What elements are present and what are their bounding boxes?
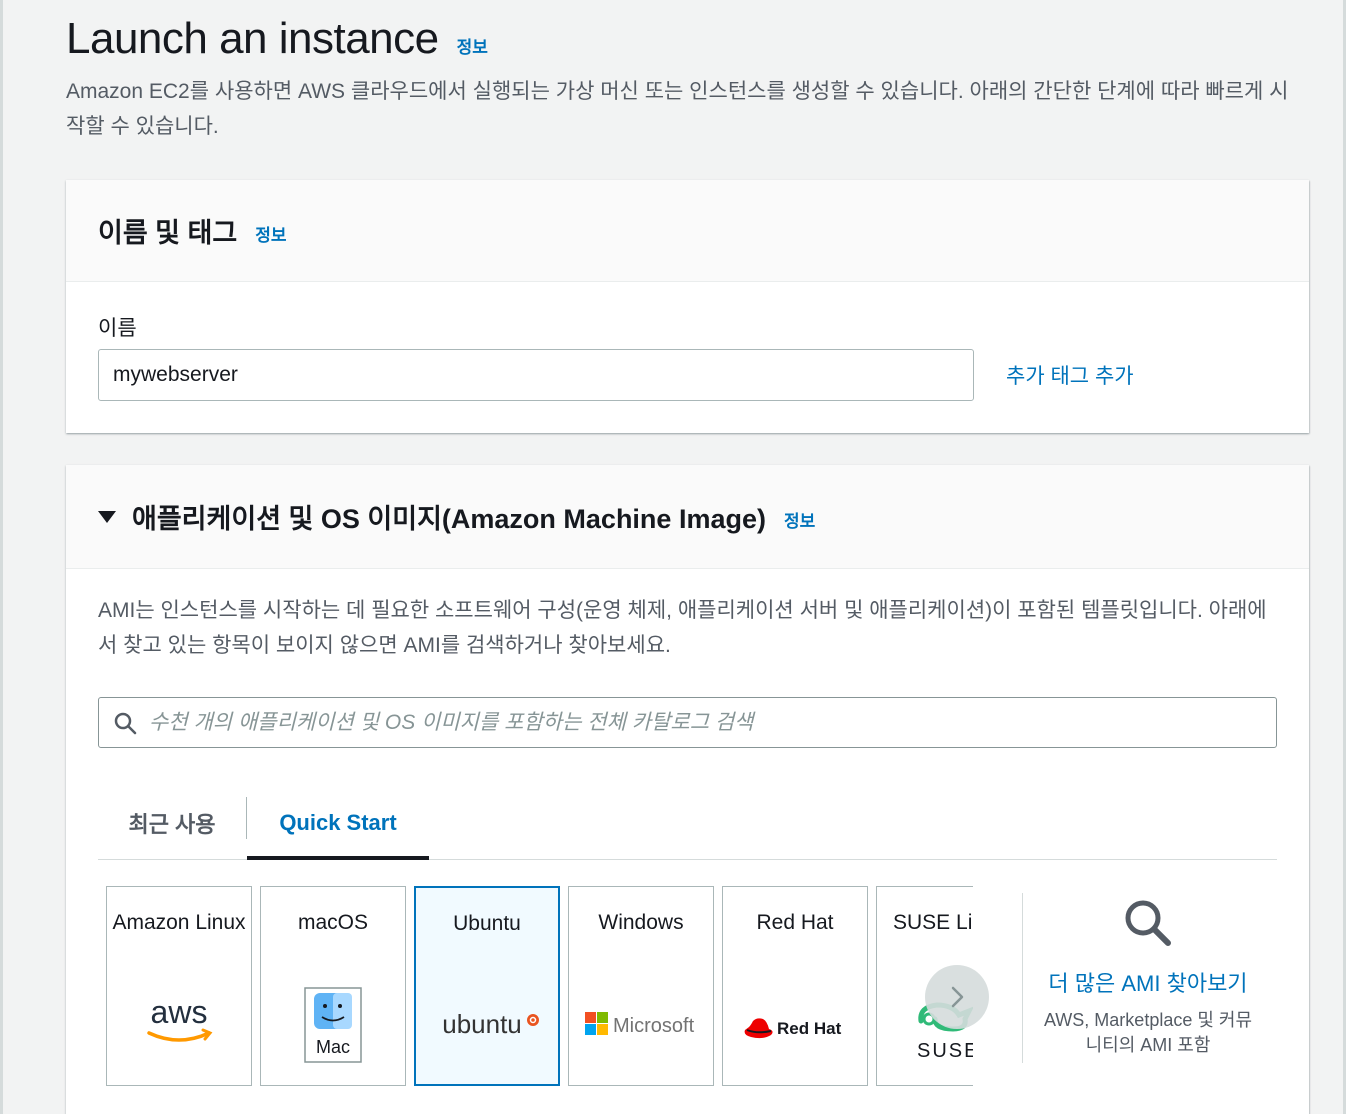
ami-title: 애플리케이션 및 OS 이미지(Amazon Machine Image) — [132, 504, 766, 534]
os-card-redhat[interactable]: Red Hat Red Hat — [722, 886, 868, 1086]
name-tags-info-link[interactable]: 정보 — [255, 221, 286, 246]
ami-description: AMI는 인스턴스를 시작하는 데 필요한 소프트웨어 구성(운영 체제, 애플… — [98, 599, 1267, 657]
os-card-amazon-linux[interactable]: Amazon Linux aws — [106, 886, 252, 1086]
ami-panel: 애플리케이션 및 OS 이미지(Amazon Machine Image) 정보… — [66, 465, 1309, 1114]
collapse-caret-icon[interactable] — [98, 510, 116, 523]
os-card-label: SUSE Linux — [893, 911, 973, 934]
os-card-ubuntu[interactable]: Ubuntu ubuntu — [414, 886, 560, 1086]
magnifier-icon — [1125, 900, 1171, 946]
page-description: Amazon EC2를 사용하면 AWS 클라우드에서 실행되는 가상 머신 또… — [66, 80, 1289, 138]
os-card-windows[interactable]: Windows Microsoft — [568, 886, 714, 1086]
browse-more-subtext: AWS, Marketplace 및 커뮤니티의 AMI 포함 — [1043, 1010, 1253, 1055]
redhat-logo-icon: Red Hat — [723, 1011, 867, 1048]
ubuntu-logo-icon: ubuntu — [416, 1006, 558, 1047]
svg-text:Microsoft: Microsoft — [613, 1015, 695, 1037]
browse-more-ami-link[interactable]: 더 많은 AMI 찾아보기 — [1038, 966, 1258, 998]
page-info-link[interactable]: 정보 — [457, 33, 488, 58]
name-tags-panel: 이름 및 태그 정보 이름 추가 태그 추가 — [66, 180, 1309, 433]
os-card-macos[interactable]: macOS Mac — [260, 886, 406, 1086]
name-input[interactable] — [98, 349, 974, 401]
finder-mac-icon: Mac — [261, 987, 405, 1068]
search-icon — [114, 712, 137, 734]
browse-more-ami: 더 많은 AMI 찾아보기 AWS, Marketplace 및 커뮤니티의 A… — [1038, 897, 1258, 1058]
browse-divider — [1022, 893, 1023, 1063]
ami-info-link[interactable]: 정보 — [784, 507, 815, 532]
ami-search-box[interactable] — [98, 697, 1277, 748]
os-card-label: Amazon Linux — [112, 911, 246, 934]
os-card-label: Red Hat — [756, 911, 834, 934]
svg-text:Red Hat: Red Hat — [777, 1019, 842, 1038]
os-card-label: macOS — [297, 911, 368, 934]
os-card-row: Amazon Linux aws macOS Mac Ubuntu ubuntu… — [106, 886, 973, 1086]
ami-tabs: 최근 사용 Quick Start — [98, 785, 1277, 860]
svg-text:Mac: Mac — [316, 1037, 350, 1057]
active-tab-indicator — [247, 856, 429, 860]
svg-text:ubuntu: ubuntu — [442, 1009, 522, 1039]
microsoft-logo-icon: Microsoft — [569, 1009, 713, 1044]
ami-header: 애플리케이션 및 OS 이미지(Amazon Machine Image) 정보 — [66, 465, 1309, 569]
add-tag-link[interactable]: 추가 태그 추가 — [1006, 360, 1134, 390]
name-tags-title: 이름 및 태그 — [98, 218, 238, 248]
tab-quick-start[interactable]: Quick Start — [247, 785, 429, 860]
os-card-label: Ubuntu — [453, 912, 521, 935]
tab-recent[interactable]: 최근 사용 — [98, 785, 246, 860]
page-header: Launch an instance 정보 Amazon EC2를 사용하면 A… — [66, 14, 1306, 144]
name-tags-header: 이름 및 태그 정보 — [66, 180, 1309, 282]
ami-search-input[interactable] — [149, 710, 1249, 735]
scroll-next-button[interactable] — [925, 965, 989, 1029]
svg-text:aws: aws — [151, 994, 208, 1030]
page-title-row: Launch an instance 정보 — [66, 14, 1306, 64]
left-border — [0, 0, 3, 1114]
aws-logo-icon: aws — [107, 993, 251, 1050]
os-card-label: Windows — [598, 911, 684, 934]
page-title: Launch an instance — [66, 14, 439, 63]
chevron-right-icon — [951, 986, 964, 1008]
name-field-label: 이름 — [98, 317, 137, 340]
svg-text:SUSE: SUSE — [917, 1040, 973, 1061]
